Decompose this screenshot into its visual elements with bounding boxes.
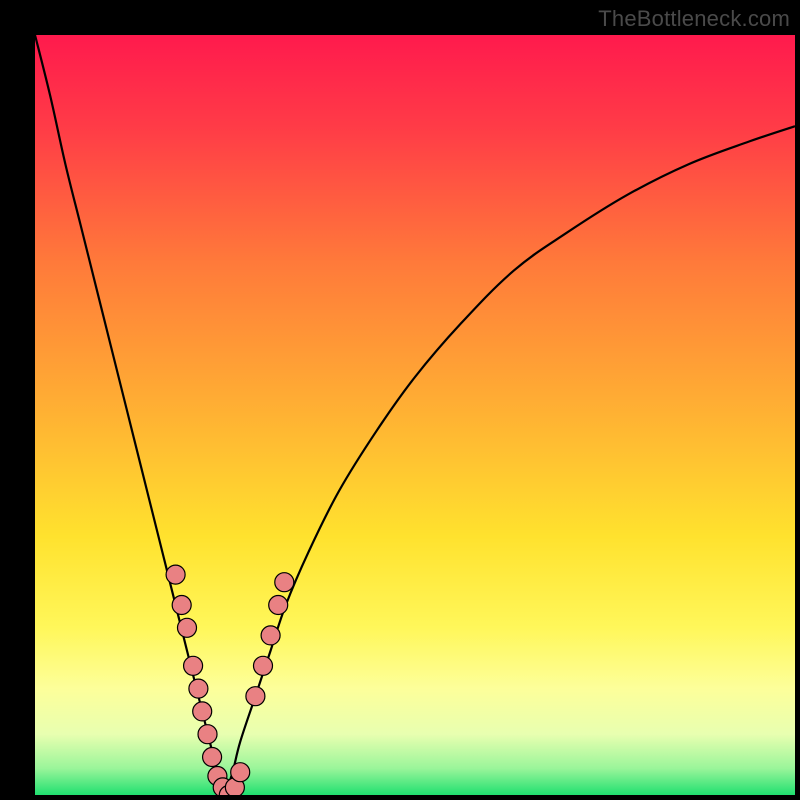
plot-area: [35, 35, 795, 795]
data-marker: [189, 679, 208, 698]
data-marker: [203, 748, 222, 767]
data-marker: [172, 596, 191, 615]
data-marker: [269, 596, 288, 615]
data-marker: [246, 687, 265, 706]
data-marker: [231, 763, 250, 782]
data-marker: [198, 725, 217, 744]
data-marker: [178, 618, 197, 637]
marker-layer: [166, 565, 294, 795]
data-marker: [261, 626, 280, 645]
data-marker: [184, 656, 203, 675]
right-curve: [225, 126, 795, 795]
chart-frame: TheBottleneck.com: [0, 0, 800, 800]
chart-svg: [35, 35, 795, 795]
data-marker: [275, 573, 294, 592]
watermark-text: TheBottleneck.com: [598, 6, 790, 32]
data-marker: [193, 702, 212, 721]
data-marker: [166, 565, 185, 584]
data-marker: [254, 656, 273, 675]
